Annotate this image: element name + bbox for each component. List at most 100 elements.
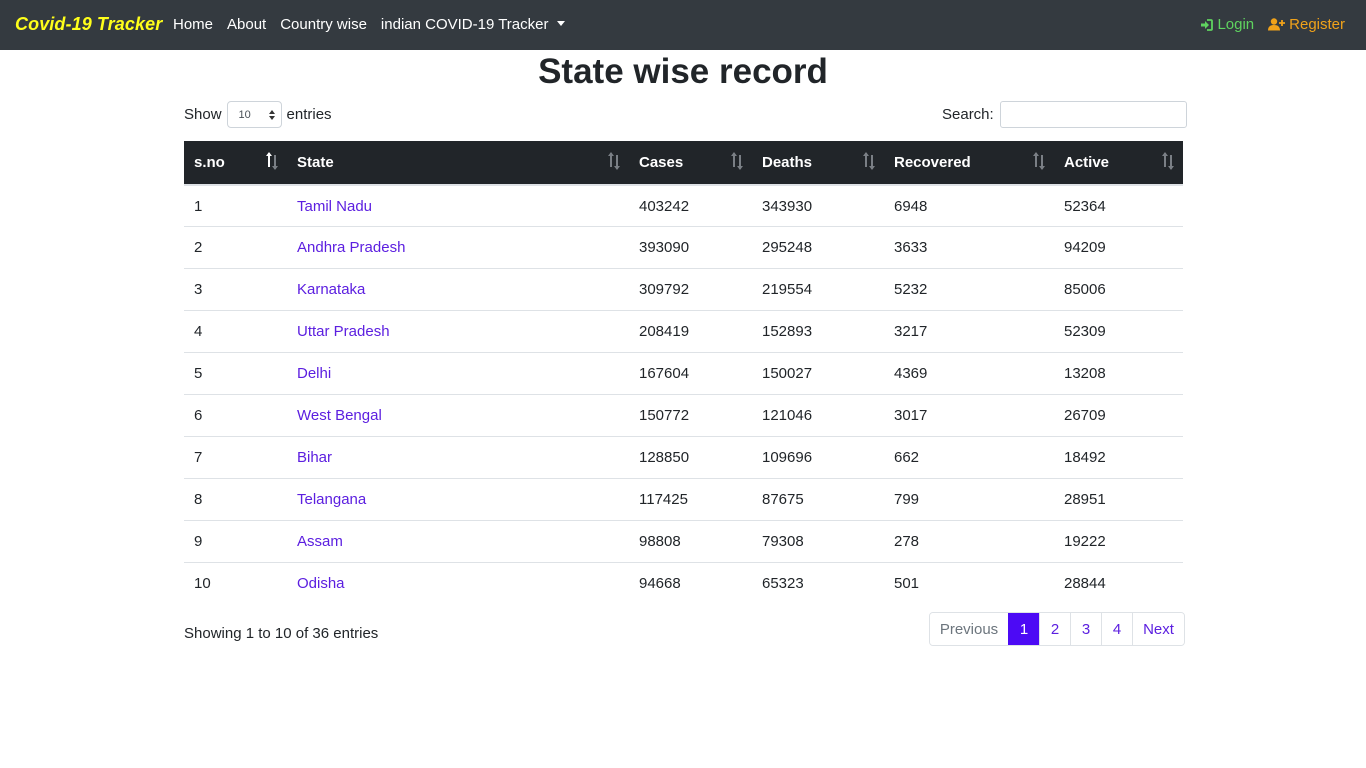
cell-cases: 208419 [639, 323, 690, 340]
nav-home-link[interactable]: Home [173, 16, 213, 33]
table-body: 1 Tamil Nadu 403242 343930 6948 52364 2 Andhra… [184, 184, 1183, 604]
register-label: Register [1289, 16, 1345, 33]
cell-sno: 9 [194, 533, 203, 550]
page-button-2[interactable]: 2 [1039, 613, 1070, 645]
nav-about-link[interactable]: About [227, 16, 266, 33]
column-header-cases[interactable]: Cases [629, 141, 752, 184]
cell-deaths: 121046 [762, 407, 813, 424]
cell-active: 28844 [1064, 575, 1106, 592]
sign-in-icon [1201, 18, 1214, 31]
cell-deaths: 152893 [762, 323, 813, 340]
cell-sno: 6 [194, 407, 203, 424]
cell-cases: 128850 [639, 449, 690, 466]
table-row: 9 Assam 98808 79308 278 19222 [184, 520, 1183, 562]
search-input[interactable] [999, 101, 1187, 128]
state-link[interactable]: Uttar Pradesh [287, 323, 629, 340]
page-button-1[interactable]: 1 [1008, 613, 1039, 645]
cell-active: 19222 [1064, 533, 1106, 550]
cell-active: 28951 [1064, 491, 1106, 508]
brand-logo[interactable]: Covid-19 Tracker [15, 14, 162, 35]
cell-cases: 98808 [639, 533, 681, 550]
column-header-sno[interactable]: s.no [184, 141, 287, 184]
table-row: 10 Odisha 94668 65323 501 28844 [184, 562, 1183, 604]
user-plus-icon [1268, 18, 1286, 31]
cell-recovered: 6948 [894, 197, 928, 215]
column-label: Recovered [894, 154, 971, 171]
cell-deaths: 109696 [762, 449, 813, 466]
sort-icon [731, 152, 744, 170]
previous-page-button[interactable]: Previous [930, 613, 1008, 645]
pagination: Previous 1 2 3 4 Next [929, 612, 1185, 646]
cell-recovered: 3633 [894, 239, 928, 256]
table-row: 6 West Bengal 150772 121046 3017 26709 [184, 394, 1183, 436]
cell-deaths: 87675 [762, 491, 804, 508]
cell-deaths: 79308 [762, 533, 804, 550]
cell-active: 52309 [1064, 323, 1106, 340]
sort-icon [1033, 152, 1046, 170]
state-link[interactable]: West Bengal [287, 407, 629, 424]
nav-indian-tracker-label: indian COVID-19 Tracker [380, 16, 549, 33]
cell-active: 13208 [1064, 365, 1106, 382]
nav-country-wise-link[interactable]: Country wise [280, 16, 367, 33]
table-row: 7 Bihar 128850 109696 662 18492 [184, 436, 1183, 478]
login-label: Login [1217, 16, 1255, 33]
table-row: 1 Tamil Nadu 403242 343930 6948 52364 [184, 184, 1183, 226]
column-header-state[interactable]: State [287, 141, 629, 184]
page-button-3[interactable]: 3 [1070, 613, 1101, 645]
cell-cases: 309792 [639, 281, 690, 298]
cell-sno: 10 [194, 575, 211, 592]
page-length-select[interactable]: 10 [226, 101, 282, 128]
table-row: 8 Telangana 117425 87675 799 28951 [184, 478, 1183, 520]
column-label: Deaths [762, 154, 813, 171]
nav-indian-tracker-dropdown[interactable]: indian COVID-19 Tracker [381, 16, 565, 33]
cell-recovered: 3217 [894, 323, 928, 340]
cell-cases: 94668 [639, 575, 681, 592]
cell-cases: 393090 [639, 239, 690, 256]
cell-sno: 5 [194, 365, 203, 382]
cell-cases: 117425 [639, 491, 688, 508]
table-row: 2 Andhra Pradesh 393090 295248 3633 94209 [184, 226, 1183, 268]
cell-sno: 3 [194, 281, 203, 298]
cell-recovered: 662 [894, 449, 920, 466]
sort-icon [1162, 152, 1175, 170]
sort-asc-icon [266, 152, 279, 170]
column-label: State [297, 154, 334, 171]
state-link[interactable]: Karnataka [287, 281, 629, 298]
table-row: 5 Delhi 167604 150027 4369 13208 [184, 352, 1183, 394]
search-label: Search: [942, 106, 994, 123]
state-link[interactable]: Andhra Pradesh [287, 239, 629, 256]
nav-auth: Login Register [1200, 16, 1345, 33]
state-link[interactable]: Odisha [287, 575, 629, 592]
cell-deaths: 219554 [762, 281, 813, 298]
state-table: s.no State Cases Deaths Recovered Active… [184, 141, 1183, 604]
cell-sno: 8 [194, 491, 203, 508]
cell-active: 52364 [1064, 197, 1106, 215]
entries-label: entries [286, 106, 332, 123]
caret-down-icon [556, 21, 565, 26]
table-row: 4 Uttar Pradesh 208419 152893 3217 52309 [184, 310, 1183, 352]
cell-sno: 1 [194, 197, 203, 215]
state-link[interactable]: Tamil Nadu [287, 198, 629, 215]
show-label: Show [184, 106, 222, 123]
cell-recovered: 278 [894, 533, 920, 550]
column-header-deaths[interactable]: Deaths [752, 141, 884, 184]
state-link[interactable]: Bihar [287, 449, 629, 466]
register-link[interactable]: Register [1268, 16, 1345, 33]
cell-active: 18492 [1064, 449, 1106, 466]
state-link[interactable]: Assam [287, 533, 629, 550]
cell-deaths: 295248 [762, 239, 813, 256]
column-header-active[interactable]: Active [1054, 141, 1183, 184]
page-length-value: 10 [238, 108, 251, 121]
page-button-4[interactable]: 4 [1101, 613, 1132, 645]
next-page-button[interactable]: Next [1132, 613, 1184, 645]
state-link[interactable]: Delhi [287, 365, 629, 382]
login-link[interactable]: Login [1200, 16, 1254, 33]
table-row: 3 Karnataka 309792 219554 5232 85006 [184, 268, 1183, 310]
column-label: Cases [639, 154, 684, 171]
cell-active: 85006 [1064, 281, 1106, 298]
state-link[interactable]: Telangana [287, 491, 629, 508]
page-length-control: Show 10 entries [184, 101, 332, 128]
nav-links: Home About Country wise indian COVID-19 … [173, 16, 579, 33]
column-header-recovered[interactable]: Recovered [884, 141, 1054, 184]
table-header: s.no State Cases Deaths Recovered Active [184, 141, 1183, 184]
